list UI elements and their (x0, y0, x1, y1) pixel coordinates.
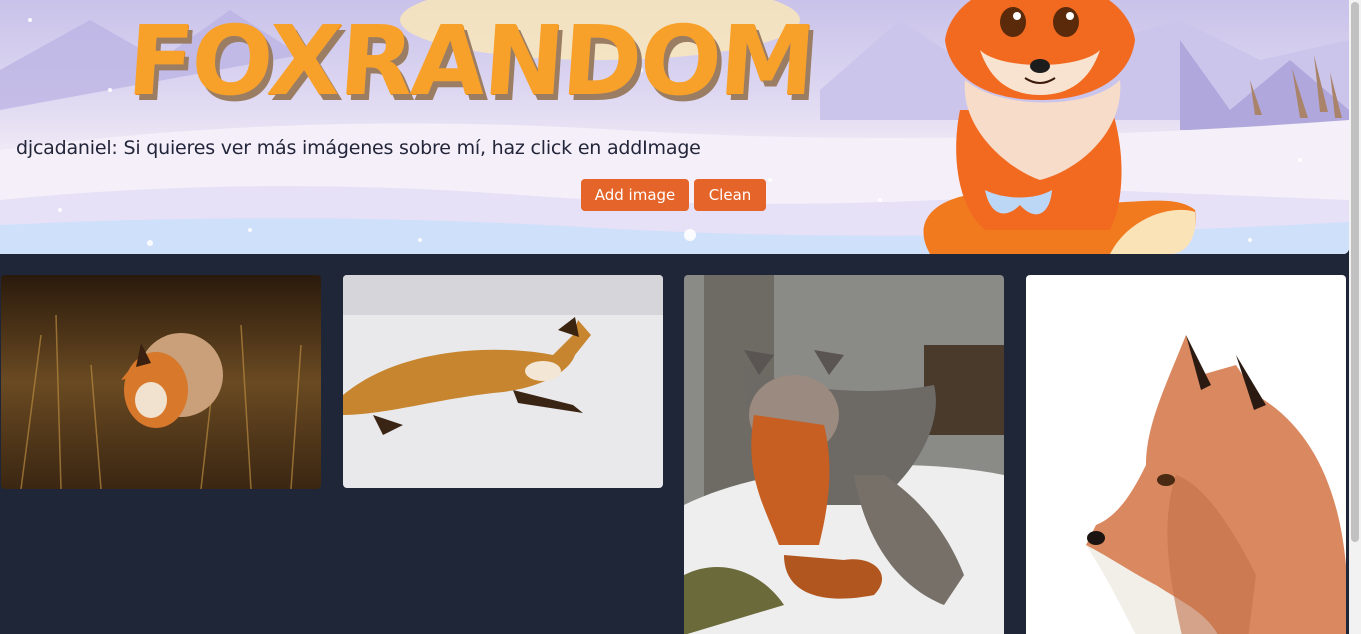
fox-image-card[interactable] (1026, 275, 1346, 634)
clean-button[interactable]: Clean (694, 179, 766, 211)
fox-portrait-image (1026, 275, 1346, 634)
gray-fox-image (684, 275, 1004, 634)
page-scrollbar[interactable] (1349, 0, 1361, 634)
info-message: djcadaniel: Si quieres ver más imágenes … (16, 137, 701, 159)
fox-in-snow-image (343, 275, 663, 488)
fox-image-card[interactable] (684, 275, 1004, 634)
app-logo: FOXRANDOM (124, 5, 818, 117)
header-banner: FOXRANDOM djcadaniel: Si quieres ver más… (0, 0, 1349, 254)
add-image-button[interactable]: Add image (581, 179, 689, 211)
scrollbar-thumb[interactable] (1351, 2, 1359, 542)
fox-in-grass-image (1, 275, 321, 489)
header-actions: Add image Clean (581, 179, 766, 211)
fox-image-card[interactable] (1, 275, 321, 489)
page: FOXRANDOM djcadaniel: Si quieres ver más… (0, 0, 1361, 634)
fox-image-card[interactable] (343, 275, 663, 488)
